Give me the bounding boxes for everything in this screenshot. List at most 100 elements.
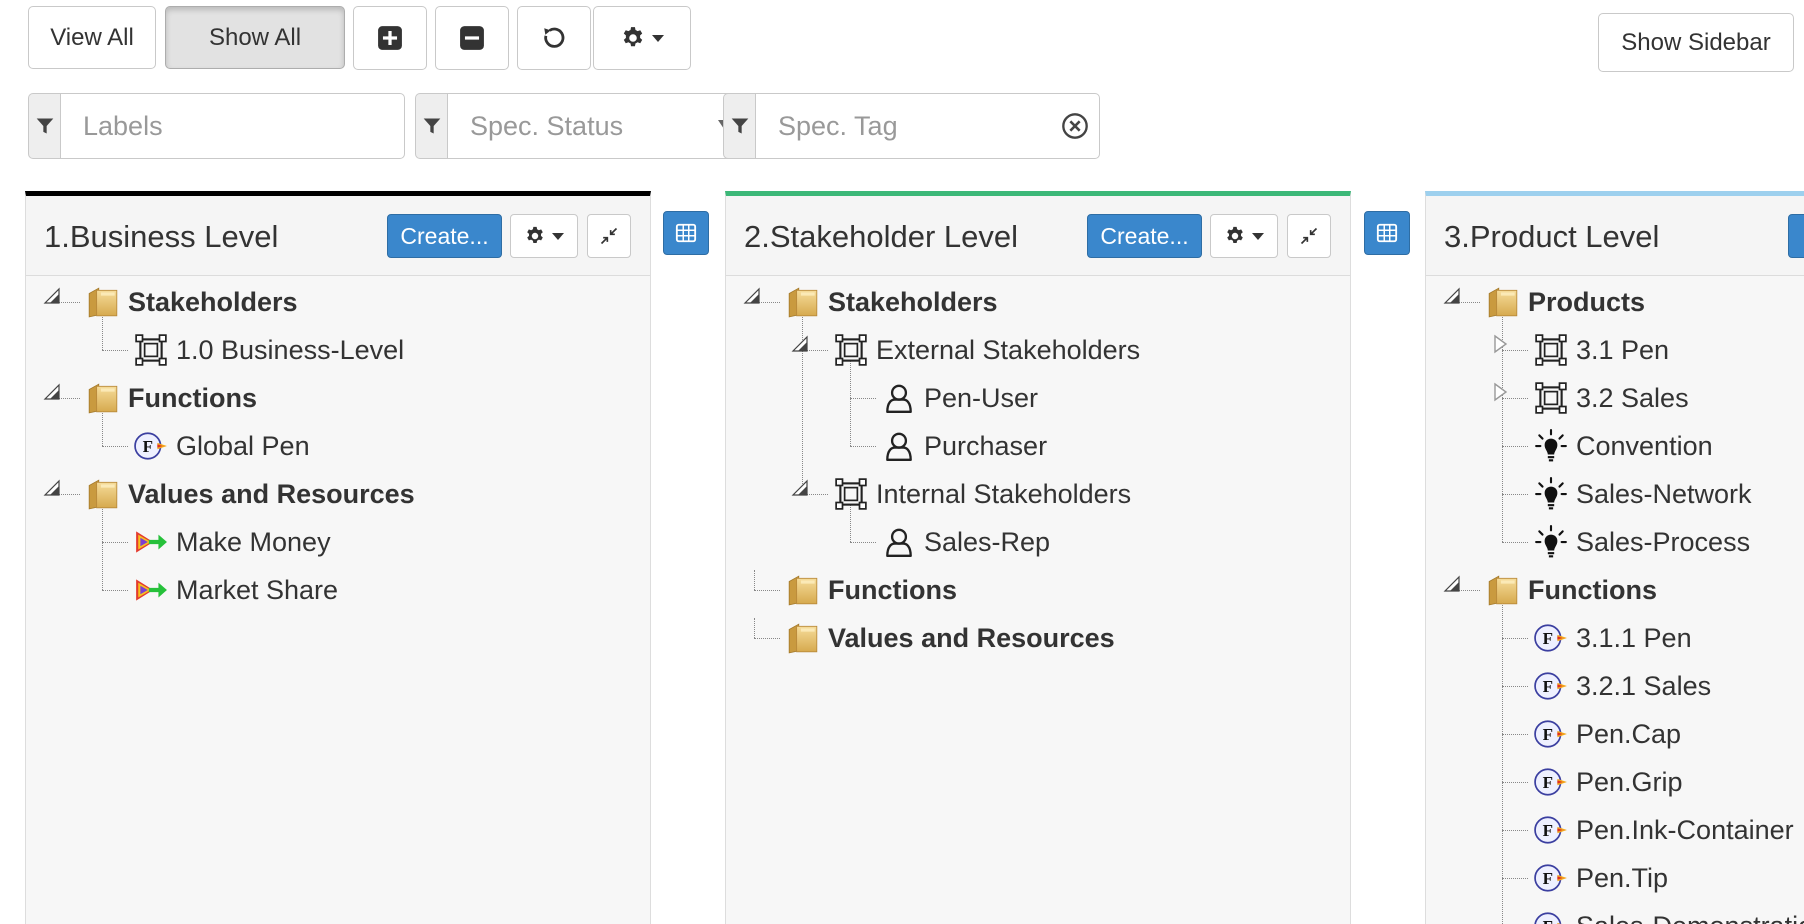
tree-node[interactable]: Values and Resources <box>786 614 1115 662</box>
create-button[interactable]: Create... <box>387 214 502 258</box>
tree-node[interactable]: Convention <box>1534 422 1713 470</box>
frame-icon <box>834 477 868 511</box>
tree-connector <box>1502 686 1528 687</box>
tree-node[interactable]: Internal Stakeholders <box>834 470 1131 518</box>
tree-node[interactable]: Sales-Network <box>1534 470 1752 518</box>
tree-node-label: Pen.Cap <box>1576 718 1682 749</box>
folder-icon <box>786 285 820 319</box>
tree-connector <box>1502 782 1528 783</box>
spec-tag-input[interactable]: Spec. Tag <box>755 93 1100 159</box>
panel-header: 1.Business Level Create... <box>26 196 650 276</box>
tree-node[interactable]: Pen.Cap <box>1534 710 1681 758</box>
tree-node[interactable]: Values and Resources <box>86 470 415 518</box>
tree-node[interactable]: 3.2 Sales <box>1534 374 1689 422</box>
tree-expanded-icon[interactable] <box>790 478 810 498</box>
tree-node[interactable]: Functions <box>86 374 257 422</box>
tree-node[interactable]: Stakeholders <box>86 278 298 326</box>
tree-expanded-icon[interactable] <box>42 382 62 402</box>
clear-circle-icon[interactable] <box>1061 112 1089 140</box>
tree-node[interactable]: Pen.Tip <box>1534 854 1668 902</box>
product-level-panel: 3.Product Level Products 3.1 Pen 3.2 Sales… <box>1425 191 1804 924</box>
goal-arrow-icon <box>134 525 168 559</box>
tree-node[interactable]: Functions <box>1486 566 1657 614</box>
user-icon <box>882 429 916 463</box>
panel-settings-button[interactable] <box>510 214 578 258</box>
tree-collapsed-icon[interactable] <box>1490 382 1510 402</box>
tree-node[interactable]: Market Share <box>134 566 338 614</box>
tree-node[interactable]: 3.1.1 Pen <box>1534 614 1692 662</box>
tree-node[interactable]: Functions <box>786 566 957 614</box>
tree-expanded-icon[interactable] <box>42 478 62 498</box>
lightbulb-icon <box>1534 525 1568 559</box>
tree-expanded-icon[interactable] <box>1442 574 1462 594</box>
tree-connector <box>1502 542 1528 543</box>
view-all-button[interactable]: View All <box>28 6 156 69</box>
tree-node[interactable]: Make Money <box>134 518 331 566</box>
panel-header: 2.Stakeholder Level Create... <box>726 196 1350 276</box>
tree-node[interactable]: 3.2.1 Sales <box>1534 662 1711 710</box>
tree-connector <box>850 446 876 447</box>
table-view-button[interactable] <box>663 211 709 255</box>
tree-expanded-icon[interactable] <box>790 334 810 354</box>
create-button[interactable] <box>1788 214 1804 258</box>
tree-node-label: Values and Resources <box>828 622 1115 653</box>
settings-menu-button[interactable] <box>593 6 691 70</box>
tree-node[interactable]: 1.0 Business-Level <box>134 326 404 374</box>
create-button[interactable]: Create... <box>1087 214 1202 258</box>
stakeholder-level-panel: 2.Stakeholder Level Create... Stakeholde… <box>725 191 1351 924</box>
frame-icon <box>134 333 168 367</box>
tree-node[interactable]: Products <box>1486 278 1645 326</box>
table-icon <box>1375 222 1399 244</box>
show-all-button[interactable]: Show All <box>165 6 345 69</box>
expand-all-button[interactable] <box>353 6 427 70</box>
tree-node[interactable]: Pen.Grip <box>1534 758 1683 806</box>
collapse-all-button[interactable] <box>435 6 509 70</box>
show-all-label: Show All <box>208 23 302 51</box>
show-sidebar-label: Show Sidebar <box>1621 28 1771 56</box>
labels-filter-input[interactable]: Labels <box>60 93 405 159</box>
panel-header: 3.Product Level <box>1426 196 1804 276</box>
refresh-button[interactable] <box>517 6 591 70</box>
tree-node[interactable]: Sales-Demonstration <box>1534 902 1804 924</box>
tree-node-label: Products <box>1528 286 1646 317</box>
panel-compress-button[interactable] <box>1287 214 1331 258</box>
create-label: Create... <box>400 222 489 249</box>
tree-node-label: Stakeholders <box>828 286 998 317</box>
funnel-icon <box>422 115 442 137</box>
tree-node[interactable]: Global Pen <box>134 422 310 470</box>
panel-settings-button[interactable] <box>1210 214 1278 258</box>
tree-node-label: Market Share <box>176 574 339 605</box>
view-all-label: View All <box>50 23 134 51</box>
tree-node[interactable]: Pen-User <box>882 374 1038 422</box>
tree-node-label: 3.1 Pen <box>1576 334 1670 365</box>
tree-connector <box>754 618 755 638</box>
tree-node-label: 3.1.1 Pen <box>1576 622 1692 653</box>
show-sidebar-button[interactable]: Show Sidebar <box>1598 13 1794 72</box>
create-label: Create... <box>1100 222 1189 249</box>
tree-node-label: 3.2 Sales <box>1576 382 1689 413</box>
table-icon <box>674 222 698 244</box>
tree-expanded-icon[interactable] <box>742 286 762 306</box>
tree-node[interactable]: Stakeholders <box>786 278 998 326</box>
compress-icon <box>1299 226 1319 246</box>
tree-node[interactable]: Sales-Process <box>1534 518 1750 566</box>
tree-node-label: Functions <box>128 382 257 413</box>
labels-filter-addon <box>28 93 60 159</box>
panel-compress-button[interactable] <box>587 214 631 258</box>
tree-node[interactable]: Purchaser <box>882 422 1047 470</box>
tree-collapsed-icon[interactable] <box>1490 334 1510 354</box>
table-view-button[interactable] <box>1364 211 1410 255</box>
tree-expanded-icon[interactable] <box>42 286 62 306</box>
tree-node[interactable]: Sales-Rep <box>882 518 1050 566</box>
function-icon <box>134 429 168 463</box>
tree-node[interactable]: 3.1 Pen <box>1534 326 1669 374</box>
tree-expanded-icon[interactable] <box>1442 286 1462 306</box>
function-icon <box>1534 717 1568 751</box>
tree-node[interactable]: External Stakeholders <box>834 326 1140 374</box>
spec-tag-filter-addon <box>723 93 755 159</box>
lightbulb-icon <box>1534 477 1568 511</box>
spec-status-select[interactable]: Spec. Status <box>447 93 745 159</box>
tree-node-label: Pen.Ink-Container <box>1576 814 1794 845</box>
frame-icon <box>834 333 868 367</box>
tree-node[interactable]: Pen.Ink-Container <box>1534 806 1794 854</box>
